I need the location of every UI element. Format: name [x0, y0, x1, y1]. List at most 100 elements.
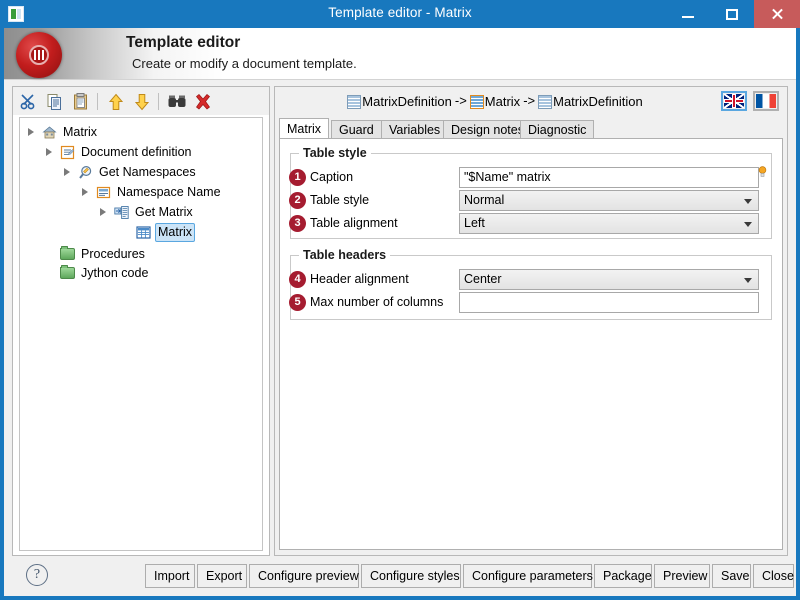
step-badge-5: 5 [289, 294, 306, 311]
lightbulb-icon[interactable] [758, 166, 767, 178]
table-alignment-select[interactable]: Left [459, 213, 759, 234]
import-button[interactable]: Import [145, 564, 195, 588]
folder-icon [60, 265, 75, 279]
expander-icon[interactable] [46, 148, 52, 156]
label-table-alignment: Table alignment [310, 216, 398, 230]
expander-icon[interactable] [28, 128, 34, 136]
configure-parameters-button[interactable]: Configure parameters [463, 564, 593, 588]
step-badge-2: 2 [289, 192, 306, 209]
close-dialog-button[interactable]: Close [753, 564, 794, 588]
delete-icon[interactable] [193, 92, 213, 112]
house-icon [42, 125, 57, 140]
tab-strip: Matrix Guard Variables Design notes Diag… [279, 118, 783, 139]
tree-node-label: Get Matrix [135, 205, 193, 219]
breadcrumb-item-3[interactable]: MatrixDefinition [538, 94, 643, 110]
paste-icon[interactable] [71, 92, 91, 112]
expander-icon[interactable] [100, 208, 106, 216]
breadcrumb-label: MatrixDefinition [553, 94, 643, 110]
page-subtitle: Create or modify a document template. [132, 56, 357, 71]
tab-panel-matrix: Table style 1 Caption "$Name" matrix 2 T… [279, 138, 783, 550]
cut-icon[interactable] [19, 92, 39, 112]
breadcrumb-label: MatrixDefinition [362, 94, 452, 110]
group-table-headers: Table headers 4 Header alignment Center … [289, 248, 772, 320]
step-badge-3: 3 [289, 215, 306, 232]
tab-design-notes[interactable]: Design notes [443, 120, 532, 139]
breadcrumb-separator: -> [523, 93, 536, 108]
configure-preview-button[interactable]: Configure preview [249, 564, 359, 588]
find-icon[interactable] [167, 92, 187, 112]
tab-matrix[interactable]: Matrix [279, 118, 330, 139]
get-matrix-icon [114, 205, 129, 220]
label-table-style: Table style [310, 193, 370, 207]
tree-node-label: Namespace Name [117, 185, 221, 199]
expander-icon[interactable] [64, 168, 70, 176]
max-columns-input[interactable] [459, 292, 759, 313]
page-title: Template editor [126, 34, 241, 51]
export-button[interactable]: Export [197, 564, 247, 588]
app-logo-icon [16, 32, 62, 78]
table-style-value: Normal [464, 193, 505, 207]
preview-button[interactable]: Preview [654, 564, 710, 588]
folder-icon [60, 246, 75, 260]
tab-guard[interactable]: Guard [331, 120, 382, 139]
document-icon [60, 145, 75, 160]
breadcrumb-item-2[interactable]: Matrix [469, 94, 521, 110]
tree-node-label: Procedures [81, 247, 145, 261]
header-alignment-select[interactable]: Center [459, 269, 759, 290]
tree-node-label: Document definition [81, 145, 192, 159]
language-button-english[interactable] [721, 91, 747, 111]
table-style-select[interactable]: Normal [459, 190, 759, 211]
minimize-button[interactable] [666, 0, 710, 28]
language-button-french[interactable] [753, 91, 779, 111]
maximize-button[interactable] [710, 0, 754, 28]
toolbar-separator-2 [158, 93, 159, 110]
matrix-grid-icon [136, 225, 151, 240]
name-icon [96, 185, 111, 200]
step-badge-1: 1 [289, 169, 306, 186]
uk-flag-icon [724, 94, 744, 108]
group-title: Table style [299, 146, 371, 160]
matrix-grid-icon [347, 95, 362, 110]
tree-node-label: Matrix [63, 125, 98, 139]
table-alignment-value: Left [464, 216, 485, 230]
expander-icon[interactable] [82, 188, 88, 196]
step-badge-4: 4 [289, 271, 306, 288]
breadcrumb-separator: -> [454, 93, 467, 108]
tree-node-label: Jython code [81, 266, 149, 280]
header-banner: Template editor Create or modify a docum… [4, 28, 796, 80]
label-max-columns: Max number of columns [310, 295, 444, 309]
help-button[interactable]: ? [26, 564, 48, 586]
save-button[interactable]: Save [712, 564, 751, 588]
breadcrumb-item-1[interactable]: MatrixDefinition [347, 94, 452, 110]
chevron-down-icon [744, 222, 752, 227]
chevron-down-icon [744, 278, 752, 283]
tree-node-label: Matrix [155, 223, 196, 242]
tab-variables[interactable]: Variables [381, 120, 449, 139]
tree-toolbar [13, 87, 269, 115]
breadcrumb-label: Matrix [484, 94, 521, 110]
matrix-grid-icon [538, 95, 553, 110]
label-header-alignment: Header alignment [310, 272, 409, 286]
close-button[interactable] [754, 0, 800, 28]
tree-node-label: Get Namespaces [99, 165, 196, 179]
breadcrumb: MatrixDefinition -> Matrix -> MatrixDefiniti… [275, 93, 715, 110]
magnifier-icon [78, 165, 93, 180]
application-window: Template editor - Matrix Template editor… [0, 0, 800, 600]
configure-styles-button[interactable]: Configure styles [361, 564, 461, 588]
package-button[interactable]: Package [594, 564, 652, 588]
label-caption: Caption [310, 170, 354, 184]
copy-icon[interactable] [45, 92, 65, 112]
footer-bar: ? Import Export Configure preview Config… [4, 556, 796, 596]
group-title: Table headers [299, 248, 391, 262]
tree-view[interactable]: Matrix Document definition Get Namespace… [19, 117, 263, 551]
tab-diagnostic[interactable]: Diagnostic [520, 120, 595, 139]
caption-input[interactable]: "$Name" matrix [459, 167, 759, 188]
france-flag-icon [756, 94, 776, 108]
group-table-style: Table style 1 Caption "$Name" matrix 2 T… [289, 146, 772, 239]
header-alignment-value: Center [464, 272, 502, 286]
chevron-down-icon [744, 199, 752, 204]
toolbar-separator [97, 93, 98, 110]
move-up-icon[interactable] [106, 92, 126, 112]
move-down-icon[interactable] [132, 92, 152, 112]
title-bar: Template editor - Matrix [0, 0, 800, 28]
